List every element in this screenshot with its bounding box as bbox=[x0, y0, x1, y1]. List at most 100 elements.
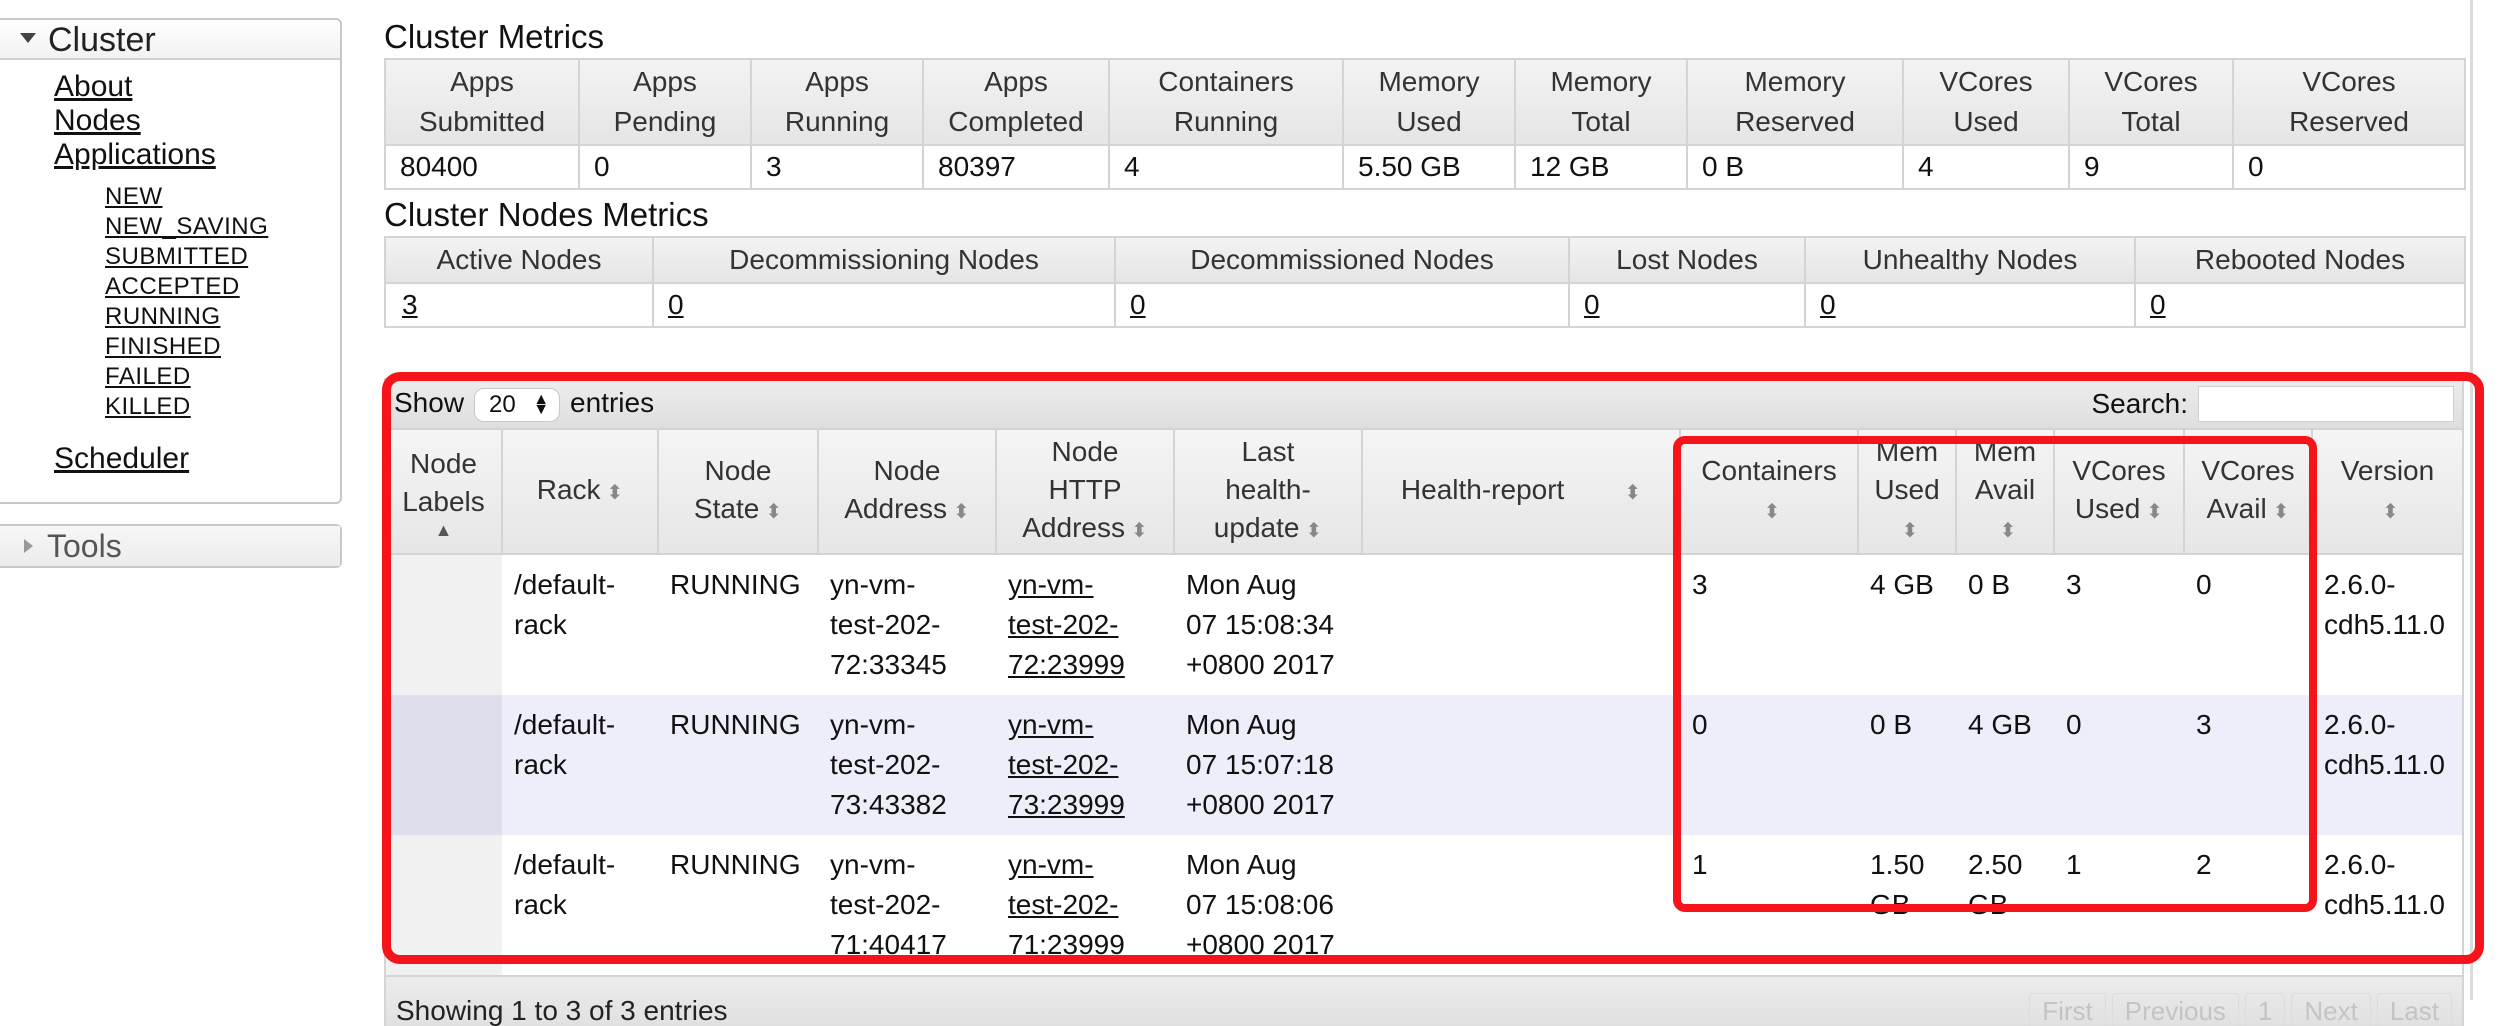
nav-link-scheduler[interactable]: Scheduler bbox=[0, 442, 340, 476]
col-rack[interactable]: Rack ⬍ bbox=[502, 430, 659, 555]
http-address-cell: yn-vm-test-202- 73:23999 bbox=[996, 695, 1174, 835]
node-metrics-title: Cluster Nodes Metrics bbox=[384, 196, 709, 233]
col-vcores-avail[interactable]: VCores Avail ⬍ bbox=[2184, 430, 2313, 555]
health-report-cell bbox=[1362, 835, 1680, 975]
col-node-state[interactable]: Node State ⬍ bbox=[658, 430, 819, 555]
nav-link-new[interactable]: NEW bbox=[0, 182, 340, 212]
col-vcores-total: VCores Total bbox=[2068, 58, 2234, 146]
tools-nav-header[interactable]: Tools bbox=[0, 526, 340, 566]
nav-link-failed[interactable]: FAILED bbox=[0, 362, 340, 392]
cluster-nav-body: About Nodes Applications NEW NEW_SAVING … bbox=[0, 60, 340, 502]
version-cell: 2.6.0- cdh5.11.0 bbox=[2324, 849, 2445, 920]
apps-completed-value: 80397 bbox=[922, 144, 1110, 190]
rebooted-nodes-cell: 0 bbox=[2134, 282, 2466, 328]
col-mem-used[interactable]: Mem Used ⬍ bbox=[1858, 430, 1957, 555]
http-address-link[interactable]: yn-vm-test-202- 73:23999 bbox=[1008, 709, 1125, 820]
pager-next-button[interactable]: Next bbox=[2291, 992, 2371, 1026]
nav-link-new-saving[interactable]: NEW_SAVING bbox=[0, 212, 340, 242]
col-node-address[interactable]: Node Address ⬍ bbox=[818, 430, 997, 555]
table-row: /default-rack RUNNING yn-vm-test-202- 71:… bbox=[386, 835, 2462, 975]
node-labels-cell bbox=[386, 554, 502, 695]
nodes-table-wrapper: Show 20 ▲ ▼ entries Search: Node Labels ▲ Rack… bbox=[384, 378, 2464, 1026]
search-input[interactable] bbox=[2198, 386, 2454, 422]
nav-link-nodes[interactable]: Nodes bbox=[0, 104, 340, 138]
decommissioning-nodes-link[interactable]: 0 bbox=[668, 289, 684, 320]
mem-avail-cell: 4 GB bbox=[1956, 695, 2054, 835]
cluster-metrics-value-row: 80400 0 3 80397 4 5.50 GB 12 GB 0 B 4 9 … bbox=[384, 144, 2466, 190]
decommissioned-nodes-link[interactable]: 0 bbox=[1130, 289, 1146, 320]
http-address-cell: yn-vm-test-202- 71:23999 bbox=[996, 835, 1174, 975]
address-cell: yn-vm-test-202- 73:43382 bbox=[818, 695, 996, 835]
cluster-nav-box: Cluster About Nodes Applications NEW NEW… bbox=[0, 18, 342, 504]
active-nodes-link[interactable]: 3 bbox=[402, 289, 418, 320]
memory-used-value: 5.50 GB bbox=[1342, 144, 1516, 190]
nav-link-accepted[interactable]: ACCEPTED bbox=[0, 272, 340, 302]
col-apps-running: Apps Running bbox=[750, 58, 924, 146]
sidebar: Cluster About Nodes Applications NEW NEW… bbox=[0, 18, 342, 568]
apps-pending-value: 0 bbox=[578, 144, 752, 190]
table-row: /default-rack RUNNING yn-vm-test-202- 72:… bbox=[386, 554, 2462, 695]
vcores-used-cell: 3 bbox=[2066, 569, 2082, 600]
vcores-used-cell: 1 bbox=[2066, 849, 2082, 880]
version-cell: 2.6.0- cdh5.11.0 bbox=[2324, 569, 2445, 640]
http-address-cell: yn-vm-test-202- 72:23999 bbox=[996, 554, 1174, 695]
search-control: Search: bbox=[2092, 386, 2454, 422]
nav-link-finished[interactable]: FINISHED bbox=[0, 332, 340, 362]
col-vcores-used[interactable]: VCores Used ⬍ bbox=[2054, 430, 2185, 555]
lost-nodes-link[interactable]: 0 bbox=[1584, 289, 1600, 320]
nodes-table-toolbar: Show 20 ▲ ▼ entries Search: bbox=[386, 380, 2462, 430]
nav-link-about[interactable]: About bbox=[0, 70, 340, 104]
memory-reserved-value: 0 B bbox=[1686, 144, 1904, 190]
http-address-link[interactable]: yn-vm-test-202- 71:23999 bbox=[1008, 849, 1125, 960]
nav-link-running[interactable]: RUNNING bbox=[0, 302, 340, 332]
http-address-link[interactable]: yn-vm-test-202- 72:23999 bbox=[1008, 569, 1125, 680]
col-unhealthy-nodes: Unhealthy Nodes bbox=[1804, 236, 2136, 284]
rebooted-nodes-link[interactable]: 0 bbox=[2150, 289, 2166, 320]
col-apps-submitted: Apps Submitted bbox=[384, 58, 580, 146]
node-metrics-table: Active Nodes Decommissioning Nodes Decom… bbox=[384, 236, 2466, 328]
page-scroll-edge bbox=[2470, 0, 2473, 1000]
col-mem-avail[interactable]: Mem Avail ⬍ bbox=[1956, 430, 2055, 555]
pager-first-button[interactable]: First bbox=[2029, 992, 2106, 1026]
sort-icon: ⬍ bbox=[1763, 501, 1781, 523]
node-labels-cell bbox=[386, 695, 502, 835]
state-cell: RUNNING bbox=[658, 695, 818, 835]
decommissioning-nodes-cell: 0 bbox=[652, 282, 1116, 328]
mem-used-cell: 1.50 GB bbox=[1870, 849, 1925, 920]
page-length-select[interactable]: 20 ▲ ▼ bbox=[474, 387, 561, 422]
mem-avail-cell: 2.50 GB bbox=[1968, 849, 2023, 920]
sort-asc-icon: ▲ bbox=[434, 519, 453, 540]
nav-link-submitted[interactable]: SUBMITTED bbox=[0, 242, 340, 272]
pager-last-button[interactable]: Last bbox=[2376, 992, 2452, 1026]
sort-icon: ⬍ bbox=[1901, 520, 1919, 542]
containers-cell: 0 bbox=[1680, 695, 1858, 835]
containers-cell: 3 bbox=[1692, 569, 1708, 600]
vcores-avail-cell: 2 bbox=[2196, 849, 2212, 880]
col-decommissioned-nodes: Decommissioned Nodes bbox=[1114, 236, 1570, 284]
col-memory-total: Memory Total bbox=[1514, 58, 1688, 146]
unhealthy-nodes-link[interactable]: 0 bbox=[1820, 289, 1836, 320]
vcores-avail-cell: 3 bbox=[2184, 695, 2312, 835]
col-containers[interactable]: Containers ⬍ bbox=[1680, 430, 1859, 555]
col-last-health-update[interactable]: Last health-update ⬍ bbox=[1174, 430, 1363, 555]
col-active-nodes: Active Nodes bbox=[384, 236, 654, 284]
pager-previous-button[interactable]: Previous bbox=[2111, 992, 2239, 1026]
cluster-nav-header[interactable]: Cluster bbox=[0, 20, 340, 60]
col-version[interactable]: Version ⬍ bbox=[2312, 430, 2462, 555]
active-nodes-cell: 3 bbox=[384, 282, 654, 328]
nav-link-killed[interactable]: KILLED bbox=[0, 392, 340, 422]
rack-cell: /default-rack bbox=[514, 569, 616, 640]
pager-page-1-button[interactable]: 1 bbox=[2244, 992, 2286, 1026]
sort-icon: ⬍ bbox=[2272, 501, 2290, 523]
col-node-http-address[interactable]: Node HTTP Address ⬍ bbox=[996, 430, 1175, 555]
nav-link-applications[interactable]: Applications bbox=[0, 138, 340, 172]
col-node-labels[interactable]: Node Labels ▲ bbox=[386, 430, 503, 555]
col-memory-used: Memory Used bbox=[1342, 58, 1516, 146]
containers-running-value: 4 bbox=[1108, 144, 1344, 190]
sort-icon: ⬍ bbox=[1999, 520, 2017, 542]
memory-total-value: 12 GB bbox=[1514, 144, 1688, 190]
node-labels-cell bbox=[386, 835, 502, 975]
vcores-avail-cell: 0 bbox=[2196, 569, 2212, 600]
tools-nav-box: Tools bbox=[0, 524, 342, 568]
col-health-report[interactable]: Health-report ⬍ bbox=[1362, 430, 1681, 555]
